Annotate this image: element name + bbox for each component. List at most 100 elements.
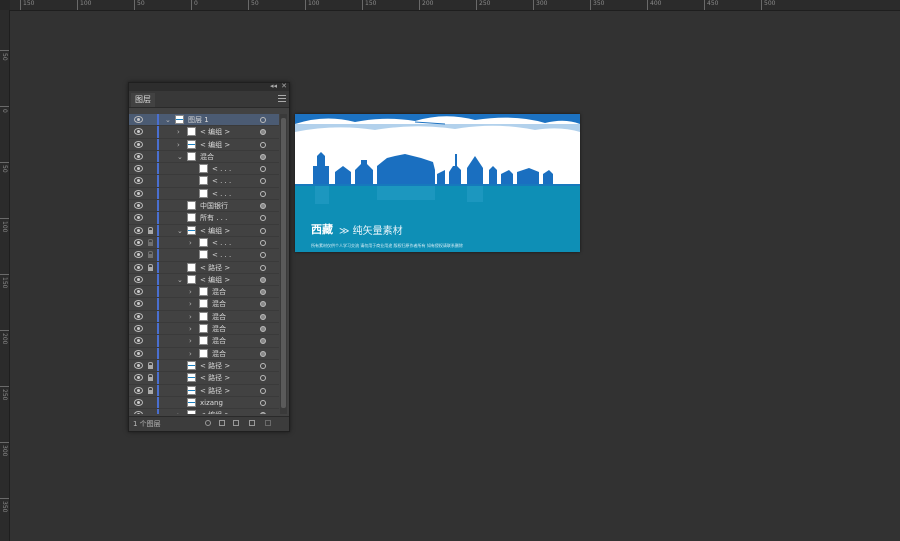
layer-name[interactable]: < 路径 >: [200, 372, 230, 384]
layer-row[interactable]: ⌄ 混合: [129, 150, 279, 164]
target-circle-icon[interactable]: [260, 203, 266, 210]
ruler-horizontal[interactable]: 150 100 50 0 50 100 150 200 250 300 350 400 450 500: [10, 0, 900, 11]
eye-icon[interactable]: [134, 152, 143, 160]
eye-icon[interactable]: [134, 312, 143, 320]
chevron-icon[interactable]: ⌄: [177, 151, 183, 163]
layer-row[interactable]: < . . .: [129, 187, 279, 201]
target-circle-icon[interactable]: [260, 153, 266, 160]
hamburger-menu-icon[interactable]: [278, 95, 286, 102]
layer-name[interactable]: xizang: [200, 397, 223, 409]
layer-name[interactable]: 所有 . . .: [200, 212, 227, 224]
layer-row[interactable]: 中国银行: [129, 200, 279, 213]
lock-icon[interactable]: [148, 263, 153, 271]
layer-name[interactable]: < . . .: [212, 249, 231, 261]
tab-layers[interactable]: 图层: [131, 93, 155, 107]
target-circle-icon[interactable]: [260, 313, 266, 320]
close-panel-icon[interactable]: ✕: [281, 82, 287, 90]
layers-scrollbar[interactable]: [280, 114, 287, 414]
layer-row[interactable]: < . . .: [129, 175, 279, 188]
layer-row[interactable]: ⌄ < 编组 >: [129, 224, 279, 237]
layer-name[interactable]: 混合: [212, 286, 226, 298]
layer-name[interactable]: 混合: [212, 311, 226, 323]
target-circle-icon[interactable]: [260, 338, 266, 345]
ruler-vertical[interactable]: 50 0 50 100 150 200 250 300 350: [0, 10, 10, 541]
eye-icon[interactable]: [134, 177, 143, 185]
eye-icon[interactable]: [134, 189, 143, 197]
eye-icon[interactable]: [134, 226, 143, 234]
eye-icon[interactable]: [134, 325, 143, 333]
layer-row[interactable]: < 路径 >: [129, 372, 279, 385]
layer-row[interactable]: › 混合: [129, 323, 279, 336]
layer-name[interactable]: < 编组 >: [200, 126, 230, 138]
layer-name[interactable]: 图层 1: [188, 114, 209, 126]
target-circle-icon[interactable]: [260, 326, 266, 333]
target-circle-icon[interactable]: [260, 141, 266, 148]
target-circle-icon[interactable]: [260, 412, 266, 414]
chevron-icon[interactable]: ›: [189, 311, 192, 323]
eye-icon[interactable]: [134, 214, 143, 222]
layer-name[interactable]: < 编组 >: [200, 139, 230, 151]
create-sublayer-icon[interactable]: [233, 420, 239, 426]
layer-row[interactable]: ⌄ < 编组 >: [129, 273, 279, 287]
layer-name[interactable]: 混合: [212, 348, 226, 360]
layer-name[interactable]: < 路径 >: [200, 385, 230, 397]
layer-row[interactable]: < 路径 >: [129, 359, 279, 373]
chevron-icon[interactable]: ⌄: [165, 114, 171, 126]
lock-icon[interactable]: [148, 238, 153, 246]
target-circle-icon[interactable]: [260, 178, 266, 185]
lock-icon[interactable]: [148, 386, 153, 394]
layer-name[interactable]: < 编组 >: [200, 274, 230, 286]
eye-icon[interactable]: [134, 386, 143, 394]
layer-name[interactable]: 混合: [212, 323, 226, 335]
eye-icon[interactable]: [134, 361, 143, 369]
chevron-icon[interactable]: ›: [177, 126, 180, 138]
chevron-icon[interactable]: ›: [189, 286, 192, 298]
target-circle-icon[interactable]: [260, 252, 266, 259]
layer-name[interactable]: 中国银行: [200, 200, 228, 212]
chevron-icon[interactable]: ›: [189, 348, 192, 360]
layer-name[interactable]: < 编组 >: [200, 409, 230, 414]
delete-layer-icon[interactable]: [265, 420, 271, 426]
target-circle-icon[interactable]: [260, 227, 266, 234]
layer-row[interactable]: › < . . .: [129, 236, 279, 250]
chevron-icon[interactable]: ›: [189, 237, 192, 249]
eye-icon[interactable]: [134, 238, 143, 246]
chevron-icon[interactable]: ⌄: [177, 274, 183, 286]
layer-row[interactable]: › 混合: [129, 347, 279, 360]
target-circle-icon[interactable]: [260, 399, 266, 406]
layer-row[interactable]: › 混合: [129, 335, 279, 348]
layer-name[interactable]: < . . .: [212, 188, 231, 200]
target-circle-icon[interactable]: [260, 375, 266, 382]
eye-icon[interactable]: [134, 202, 143, 210]
eye-icon[interactable]: [134, 251, 143, 259]
chevron-icon[interactable]: ›: [189, 298, 192, 310]
layer-row[interactable]: < . . .: [129, 163, 279, 176]
lock-icon[interactable]: [148, 374, 153, 382]
eye-icon[interactable]: [134, 398, 143, 406]
eye-icon[interactable]: [134, 300, 143, 308]
eye-icon[interactable]: [134, 263, 143, 271]
layer-row[interactable]: › 混合: [129, 286, 279, 299]
eye-icon[interactable]: [134, 374, 143, 382]
panel-title-bar[interactable]: ◂◂ ✕: [129, 82, 289, 91]
layer-row[interactable]: › < 编组 >: [129, 126, 279, 139]
eye-icon[interactable]: [134, 165, 143, 173]
chevron-icon[interactable]: ⌄: [177, 225, 183, 237]
artboard[interactable]: 西藏 ≫ 纯矢量素材 所有素材仅供个人学习交流 请勿用于商业用途 版权归原作者所…: [295, 114, 580, 252]
layer-row[interactable]: 所有 . . .: [129, 212, 279, 225]
layer-name[interactable]: 混合: [212, 298, 226, 310]
target-circle-icon[interactable]: [260, 239, 266, 246]
layer-row[interactable]: › 混合: [129, 310, 279, 324]
eye-icon[interactable]: [134, 337, 143, 345]
new-layer-icon[interactable]: [249, 420, 255, 426]
layer-row[interactable]: < 路径 >: [129, 261, 279, 274]
layer-name[interactable]: < 路径 >: [200, 262, 230, 274]
target-circle-icon[interactable]: [260, 362, 266, 369]
eye-icon[interactable]: [134, 116, 143, 123]
make-clipping-mask-icon[interactable]: [219, 420, 225, 426]
eye-icon[interactable]: [134, 288, 143, 296]
target-circle-icon[interactable]: [260, 350, 266, 357]
eye-icon[interactable]: [134, 411, 143, 414]
layer-name[interactable]: < 编组 >: [200, 225, 230, 237]
target-circle-icon[interactable]: [260, 276, 266, 283]
